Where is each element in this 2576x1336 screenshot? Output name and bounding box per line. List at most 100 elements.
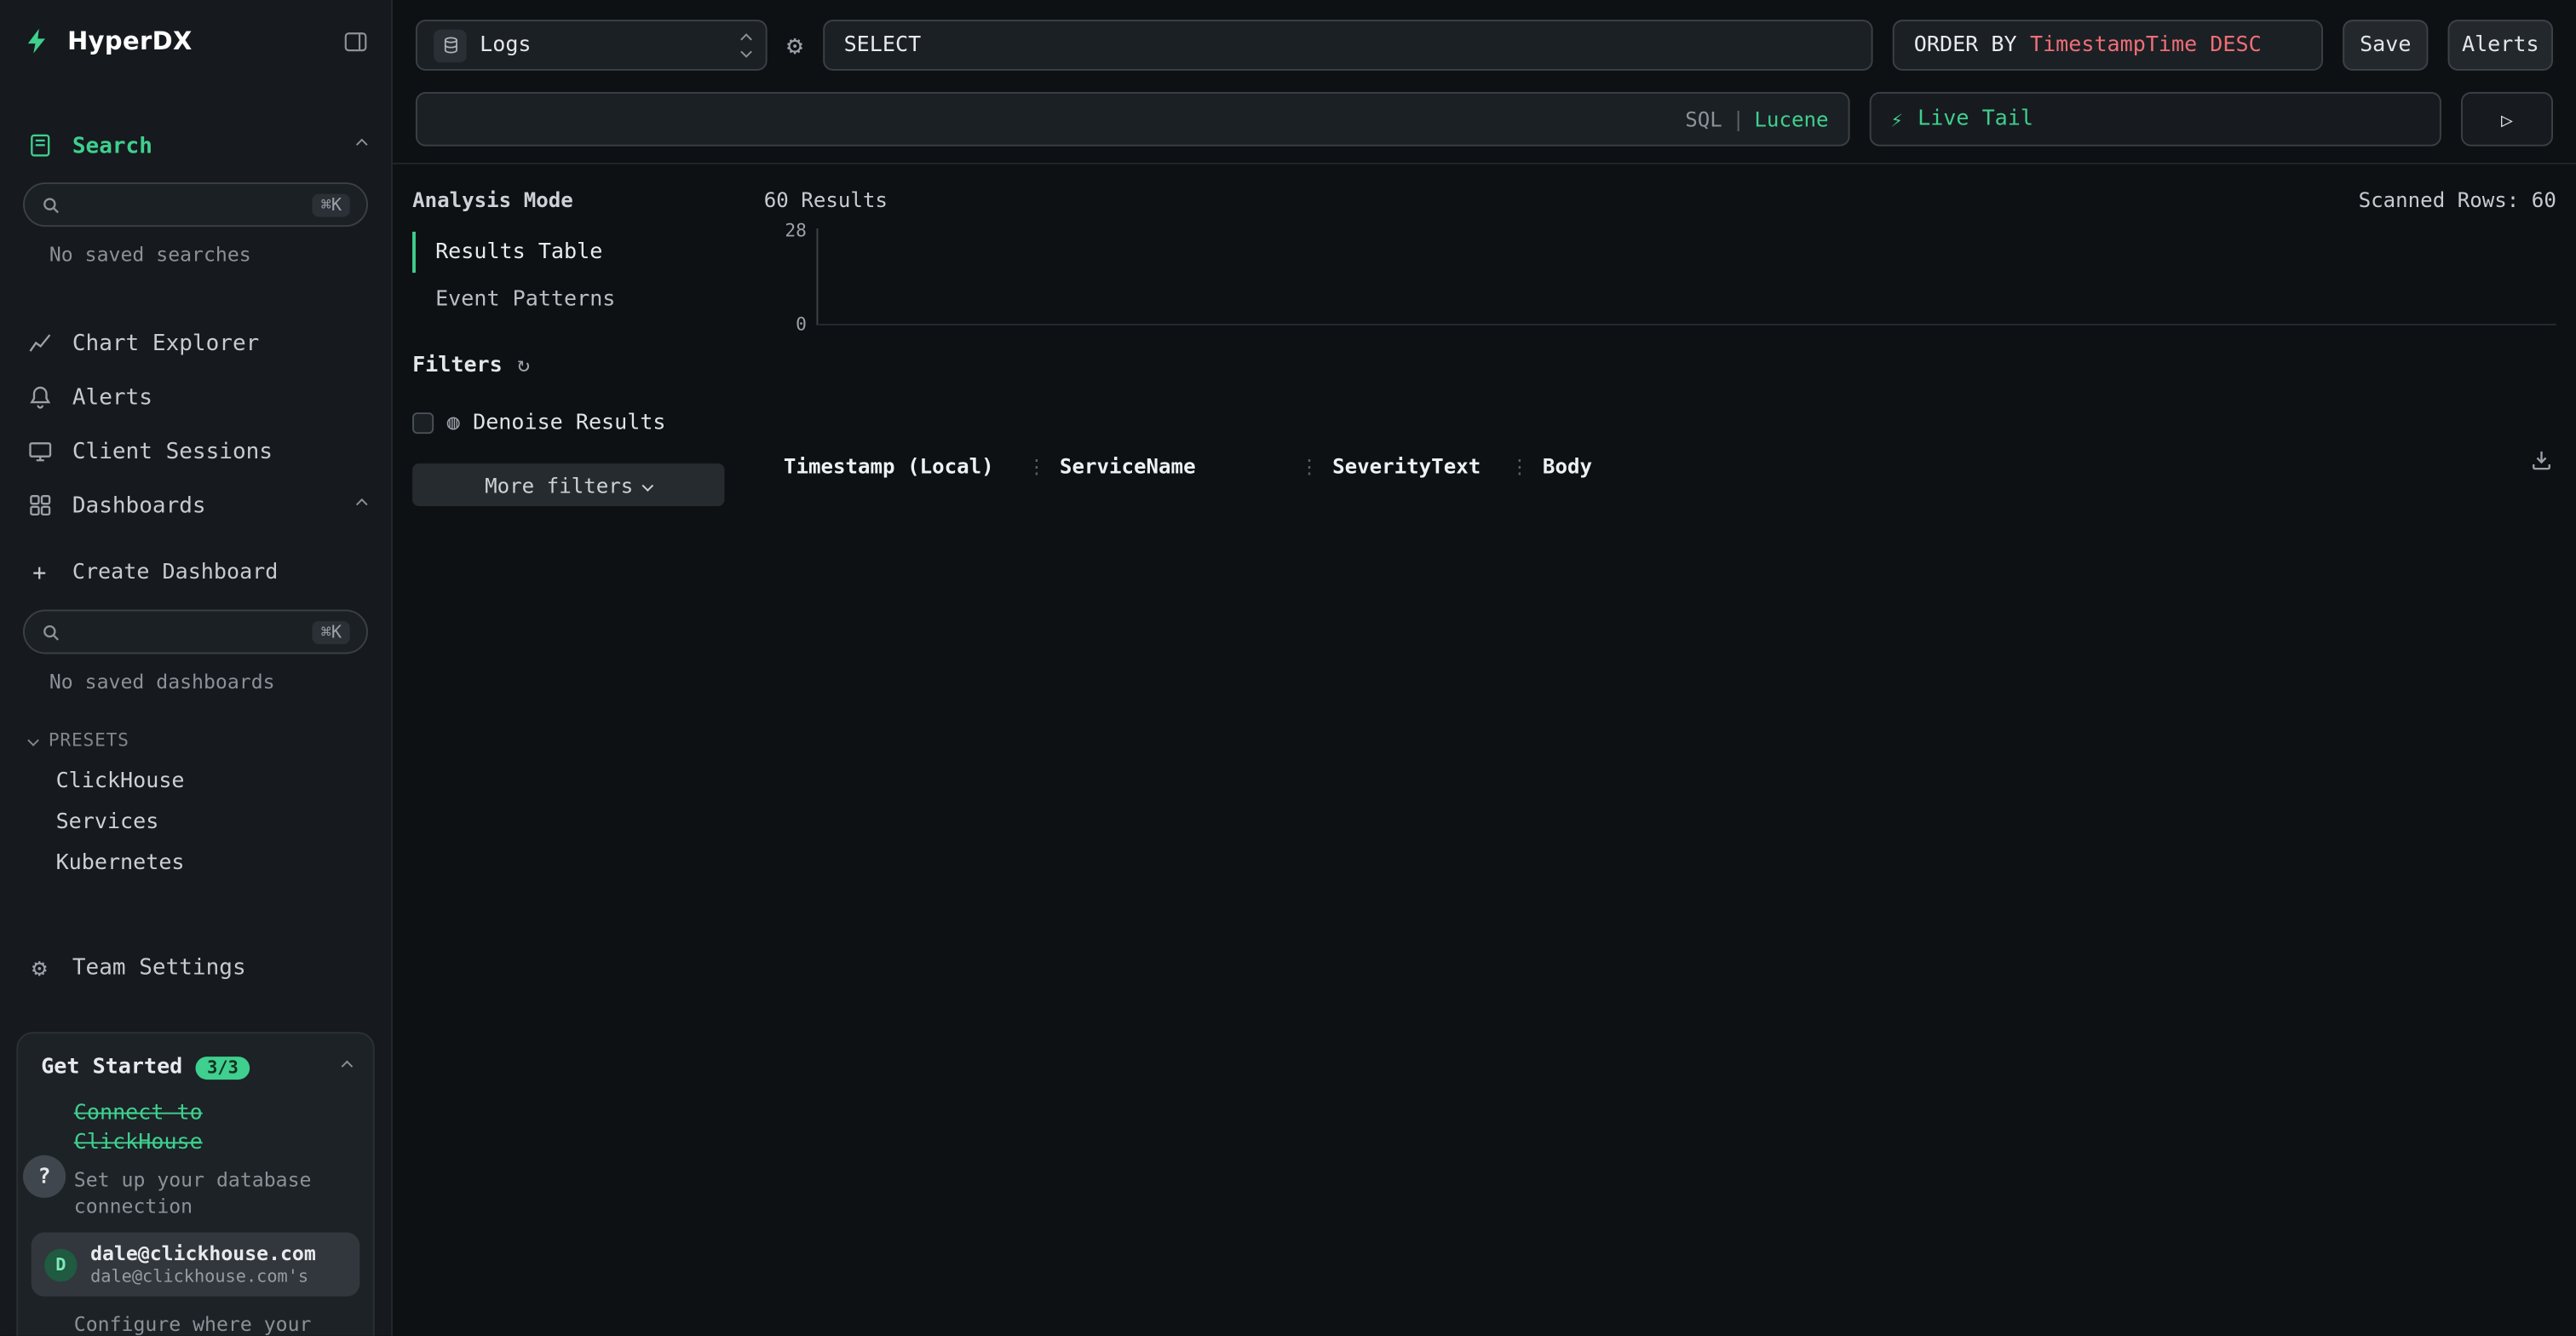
create-dashboard-label: Create Dashboard <box>72 561 279 585</box>
event-search[interactable]: SQL | Lucene <box>416 92 1850 147</box>
sidebar-collapse-icon[interactable] <box>343 29 368 54</box>
plus-icon: + <box>26 560 53 586</box>
live-tail-button[interactable]: ⚡ Live Tail <box>1870 92 2441 147</box>
sidebar-item-search[interactable]: Search <box>0 118 391 173</box>
main-area: Logs ⚙ SELECT ORDER BY TimestampTime DES… <box>393 0 2576 1336</box>
filters-panel: Analysis Mode Results Table Event Patter… <box>393 164 745 1336</box>
get-started-step-configure-desc: Configure where your data comes from <box>74 1312 324 1336</box>
get-started-progress-badge: 3/3 <box>196 1056 250 1079</box>
preset-item-services[interactable]: Services <box>0 802 391 843</box>
sidebar-item-label: Alerts <box>72 383 152 410</box>
no-saved-searches-text: No saved searches <box>0 237 391 283</box>
presets-toggle[interactable]: PRESETS <box>0 710 391 761</box>
sidebar-item-alerts[interactable]: Alerts <box>0 370 391 424</box>
sidebar-item-label: Dashboards <box>72 492 206 519</box>
results-section: 60 Results Scanned Rows: 60 28 0 Timesta… <box>745 164 2576 1336</box>
column-header-servicename[interactable]: ServiceName⋮ <box>1060 452 1332 477</box>
shortcut-badge: ⌘K <box>313 620 350 643</box>
play-button[interactable]: ▷ <box>2461 92 2553 147</box>
chevron-up-icon <box>341 1062 351 1072</box>
column-resize-handle[interactable]: ⋮ <box>1299 454 1319 477</box>
checkbox[interactable] <box>412 412 434 433</box>
alerts-button[interactable]: Alerts <box>2448 20 2553 71</box>
y-axis-max-label: 28 <box>761 220 807 241</box>
column-resize-handle[interactable]: ⋮ <box>1509 454 1529 477</box>
chevron-up-icon <box>356 141 366 151</box>
query-language-toggle: SQL | Lucene <box>1685 107 1828 131</box>
column-header-body[interactable]: Body <box>1543 452 2556 477</box>
more-filters-button[interactable]: More filters <box>412 464 724 506</box>
denoise-option[interactable]: ◍ Denoise Results <box>412 404 724 440</box>
analysis-mode-title: Analysis Mode <box>412 187 724 212</box>
saved-dashboards-input[interactable] <box>72 620 302 643</box>
account-name: dale@clickhouse.com <box>90 1243 316 1268</box>
results-histogram: 28 0 <box>816 228 2556 361</box>
column-resize-handle[interactable]: ⋮ <box>1026 454 1046 477</box>
shortcut-badge: ⌘K <box>313 193 350 216</box>
select-query-input[interactable]: SELECT <box>823 20 1873 71</box>
mode-results-table[interactable]: Results Table <box>412 232 724 273</box>
create-dashboard-button[interactable]: + Create Dashboard <box>0 545 391 600</box>
chart-plot[interactable] <box>816 228 2556 325</box>
sidebar-item-client-sessions[interactable]: Client Sessions <box>0 424 391 479</box>
chevron-up-icon <box>356 500 366 510</box>
saved-searches-search[interactable]: ⌘K <box>23 182 368 227</box>
get-started-step-connect-desc: Set up your database connection <box>74 1166 324 1219</box>
bell-icon <box>26 384 53 409</box>
grid-icon <box>26 493 53 518</box>
sidebar-item-chart-explorer[interactable]: Chart Explorer <box>0 315 391 370</box>
app-root: HyperDX Search ⌘K No saved searches Cha <box>0 0 2576 1336</box>
source-select[interactable]: Logs <box>416 20 768 71</box>
logs-table: Timestamp (Local)⋮ ServiceName⋮ Severity… <box>757 447 2556 1336</box>
search-journal-icon <box>26 133 53 158</box>
mode-event-patterns[interactable]: Event Patterns <box>412 279 724 320</box>
download-icon[interactable] <box>2530 448 2553 471</box>
order-by-input[interactable]: ORDER BY TimestampTime DESC <box>1893 20 2323 71</box>
y-axis-min-label: 0 <box>761 314 807 335</box>
column-header-timestamp[interactable]: Timestamp (Local)⋮ <box>784 452 1060 477</box>
lang-lucene[interactable]: Lucene <box>1754 107 1828 131</box>
chart-icon <box>26 331 53 355</box>
event-search-input[interactable] <box>437 107 1685 131</box>
monitor-icon <box>26 439 53 464</box>
chevron-down-icon <box>28 735 38 746</box>
brand-name: HyperDX <box>67 26 193 56</box>
sql-keyword: ORDER BY <box>1914 33 2017 58</box>
lang-sql[interactable]: SQL <box>1685 107 1722 131</box>
sidebar-item-label: Search <box>72 132 152 158</box>
filters-title: Filters <box>412 354 503 378</box>
save-button[interactable]: Save <box>2343 20 2428 71</box>
logo-row: HyperDX <box>0 0 391 82</box>
sidebar-item-label: Team Settings <box>72 954 246 981</box>
source-label: Logs <box>480 33 531 58</box>
denoise-label: Denoise Results <box>473 410 665 435</box>
preset-item-kubernetes[interactable]: Kubernetes <box>0 843 391 884</box>
help-button[interactable]: ? <box>23 1155 66 1198</box>
refresh-icon[interactable]: ↻ <box>517 354 530 378</box>
get-started-step-connect[interactable]: Connect to ClickHouse <box>74 1099 271 1157</box>
scanned-rows: Scanned Rows: 60 <box>2359 187 2556 212</box>
saved-searches-input[interactable] <box>72 193 302 216</box>
saved-dashboards-search[interactable]: ⌘K <box>23 609 368 654</box>
search-icon <box>41 195 60 215</box>
order-by-value: TimestampTime DESC <box>2030 33 2262 58</box>
select-chevrons-icon <box>742 36 750 54</box>
preset-item-clickhouse[interactable]: ClickHouse <box>0 761 391 802</box>
sidebar: HyperDX Search ⌘K No saved searches Cha <box>0 0 393 1336</box>
column-header-severitytext[interactable]: SeverityText⋮ <box>1332 452 1543 477</box>
chevron-down-icon <box>643 480 653 490</box>
get-started-header[interactable]: Get Started 3/3 <box>41 1055 350 1080</box>
more-filters-label: More filters <box>485 472 633 497</box>
sidebar-item-label: Client Sessions <box>72 438 273 464</box>
topbar: Logs ⚙ SELECT ORDER BY TimestampTime DES… <box>393 0 2576 164</box>
lang-divider: | <box>1732 107 1745 131</box>
gear-icon[interactable]: ⚙ <box>787 30 803 61</box>
presets-label: PRESETS <box>49 729 129 751</box>
gear-icon: ⚙ <box>26 953 53 982</box>
get-started-card: Get Started 3/3 Connect to ClickHouse Se… <box>16 1032 374 1336</box>
sidebar-item-dashboards[interactable]: Dashboards <box>0 478 391 533</box>
account-row[interactable]: D dale@clickhouse.com dale@clickhouse.co… <box>32 1233 360 1297</box>
search-icon <box>41 622 60 642</box>
sql-keyword: SELECT <box>844 33 922 58</box>
sidebar-item-team-settings[interactable]: ⚙ Team Settings <box>0 940 391 994</box>
